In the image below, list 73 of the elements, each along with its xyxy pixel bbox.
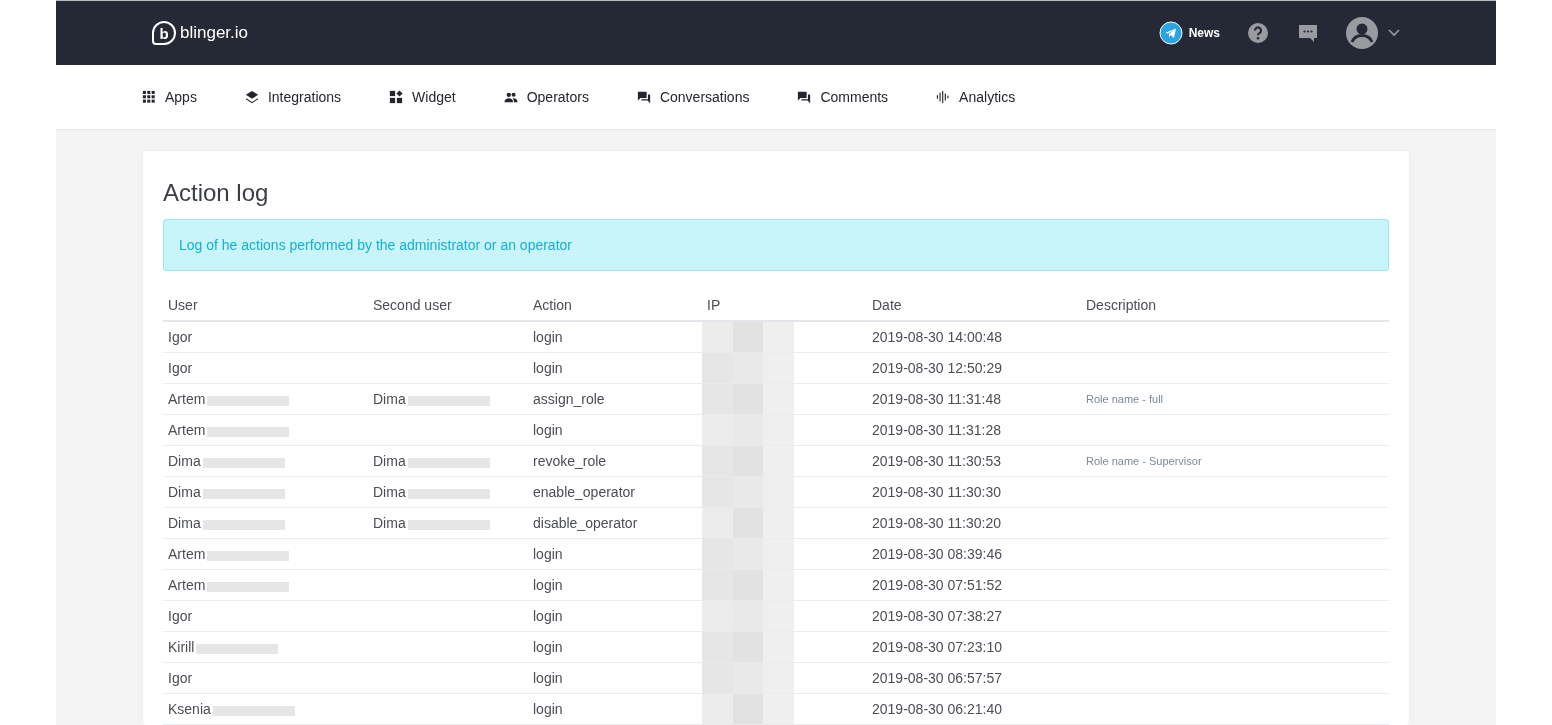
table-cell: 2019-08-30 06:57:57 [872,670,1002,686]
column-header: Second user [373,297,452,313]
table-cell: 2019-08-30 07:23:10 [872,639,1002,655]
table-cell: login [533,422,563,438]
table-cell: enable_operator [533,484,635,500]
table-cell: login [533,608,563,624]
column-header: User [168,297,198,313]
table-cell: revoke_role [533,453,607,469]
table-cell: Kirill [168,639,195,655]
table-cell: login [533,639,563,655]
table-cell: 2019-08-30 11:30:53 [872,453,1001,469]
table-cell: Dima [168,484,201,500]
waveform-icon [936,90,951,104]
people-icon [503,90,518,104]
table-cell: Ksenia [168,701,211,717]
table-cell: Igor [168,608,193,624]
table-cell: Role name - full [1086,393,1164,405]
table-cell: 2019-08-30 11:31:48 [872,391,1001,407]
grid-icon [142,90,156,104]
table-cell: Dima [373,484,406,500]
nav-item[interactable]: Integrations [244,89,342,105]
table-cell: login [533,329,563,345]
table-cell: Dima [168,453,201,469]
logo-text[interactable]: blinger.io [180,23,249,43]
table-cell: Role name - Supervisor [1086,455,1202,467]
table-cell: Dima [373,391,406,407]
caret-icon[interactable] [1388,29,1400,37]
table-cell: 2019-08-30 07:38:27 [872,608,1002,624]
nav-item[interactable]: Conversations [636,89,750,105]
table-cell: 2019-08-30 11:31:28 [872,422,1001,438]
table-cell: disable_operator [533,515,638,531]
table-cell: Igor [168,329,193,345]
page-title: Action log [163,179,270,207]
column-header: Description [1086,297,1157,313]
column-header: IP [707,297,721,313]
logo-icon[interactable]: b [152,21,176,45]
table-cell: 2019-08-30 07:51:52 [872,577,1002,593]
nav-item[interactable]: Apps [142,89,197,105]
table-cell: Artem [168,577,206,593]
news-link[interactable]: News [1158,21,1220,45]
table-cell: Dima [168,515,201,531]
avatar-icon[interactable] [1346,17,1378,49]
widget-icon [389,90,404,104]
table-cell: login [533,701,563,717]
table-cell: 2019-08-30 11:30:20 [872,515,1001,531]
table-cell: Dima [373,515,406,531]
table-cell: login [533,577,563,593]
nav-item[interactable]: Analytics [936,89,1016,105]
table-cell: 2019-08-30 08:39:46 [872,546,1002,562]
table-cell: Artem [168,391,206,407]
layers-icon [244,90,259,104]
column-header: Date [872,297,902,313]
table-cell: Igor [168,360,193,376]
table-cell: Artem [168,422,206,438]
table-cell: Igor [168,670,193,686]
table-cell: login [533,670,563,686]
info-text: Log of he actions performed by the administrator or an operator [179,237,572,253]
table-cell: Dima [373,453,406,469]
table-cell: login [533,546,563,562]
table-cell: assign_role [533,391,605,407]
table-cell: 2019-08-30 14:00:48 [872,329,1002,345]
nav-item[interactable]: Comments [797,89,889,105]
table-cell: Artem [168,546,206,562]
table-cell: login [533,360,563,376]
nav-item[interactable]: Widget [389,89,456,105]
help-icon[interactable] [1246,21,1270,45]
table-cell: 2019-08-30 12:50:29 [872,360,1002,376]
nav-item[interactable]: Operators [503,89,589,105]
chat-icon [636,90,651,104]
chat-icon [797,90,812,104]
table-cell: 2019-08-30 11:30:30 [872,484,1001,500]
table-cell: 2019-08-30 06:21:40 [872,701,1002,717]
column-header: Action [533,297,572,313]
